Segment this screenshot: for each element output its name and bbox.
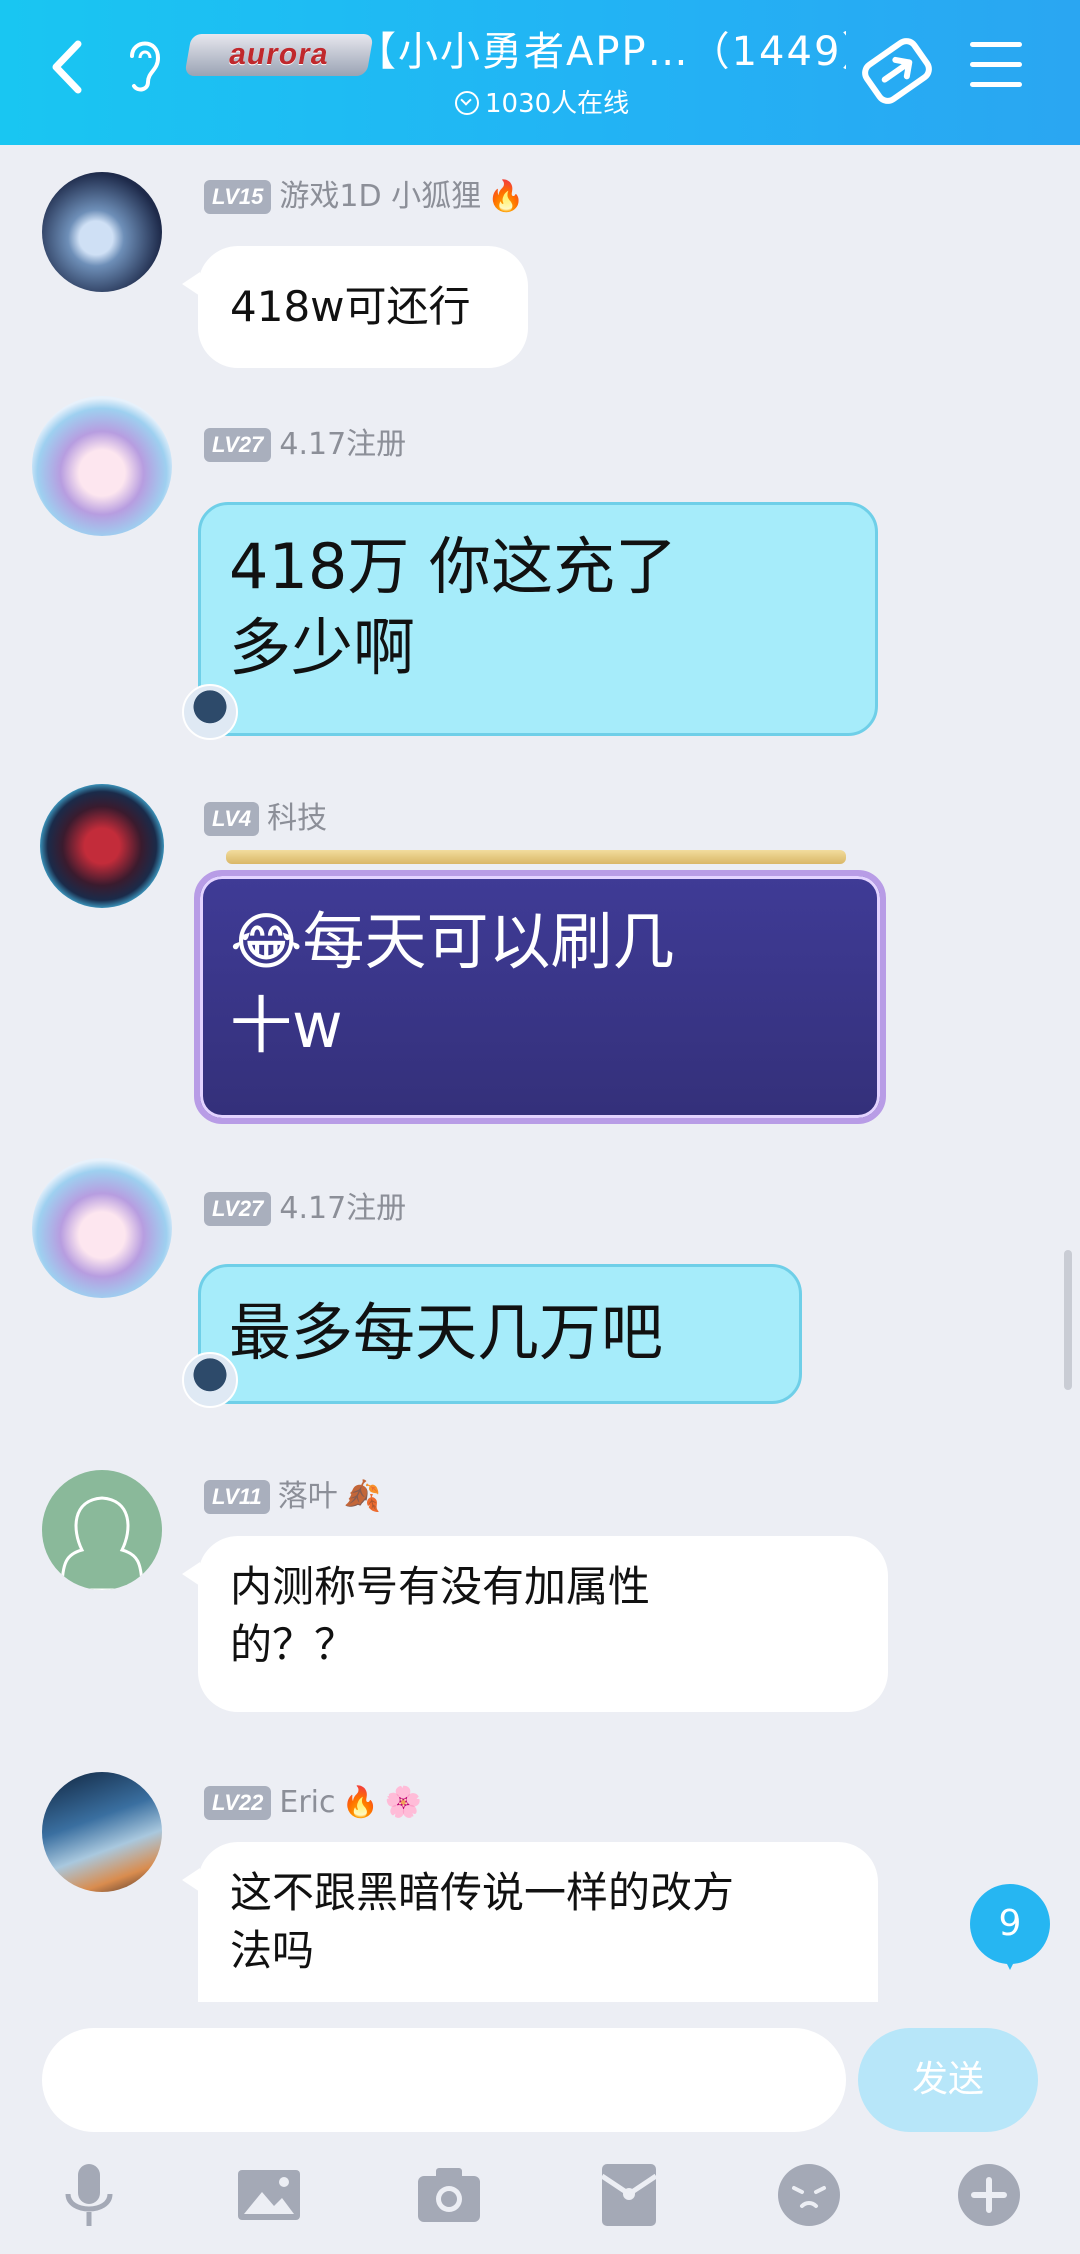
image-icon[interactable] [234, 2160, 304, 2230]
message-input[interactable] [42, 2028, 846, 2132]
ear-icon[interactable] [120, 28, 170, 98]
level-badge: LV22 [204, 1785, 272, 1820]
message-bubble[interactable]: 这不跟黑暗传说一样的改方 法吗 [182, 1842, 878, 2002]
sender-name[interactable]: 4.17注册 [279, 427, 406, 462]
message-text: 418w可还行 [230, 282, 471, 331]
avatar[interactable] [40, 784, 164, 908]
laugh-cry-emoji-icon: 😂 [230, 905, 303, 978]
sender-name[interactable]: 科技 [267, 801, 327, 836]
avatar[interactable] [42, 1772, 162, 1892]
switch-icon[interactable] [858, 36, 936, 106]
sender-name[interactable]: 4.17注册 [279, 1191, 406, 1226]
online-chevron-icon [455, 90, 479, 115]
message-text-line: 内测称号有没有加属性 [230, 1562, 651, 1611]
message-text-line: 418万 你这充了 [229, 530, 678, 603]
bubble-frame-decoration [226, 850, 846, 864]
level-badge: LV11 [204, 1479, 270, 1514]
unread-count-badge[interactable]: 9 [970, 1884, 1050, 1970]
back-icon[interactable] [38, 32, 98, 102]
bubble-decoration-icon [182, 1352, 238, 1408]
mic-icon[interactable] [54, 2160, 124, 2230]
message-bubble[interactable]: 最多每天几万吧 [198, 1264, 802, 1404]
message-bubble[interactable]: 😂每天可以刷几 十w [194, 870, 886, 1124]
sender-meta: LV22 Eric 🔥 🌸 [204, 1782, 422, 1822]
message-text-line: 法吗 [230, 1926, 315, 1975]
level-badge: LV27 [204, 427, 272, 462]
red-packet-icon[interactable] [594, 2160, 664, 2230]
sender-meta: LV27 4.17注册 [204, 1188, 406, 1228]
leaf-icon: 🍂 [343, 1478, 382, 1514]
level-badge: LV15 [204, 179, 272, 214]
avatar[interactable] [32, 1158, 172, 1298]
message-text: 最多每天几万吧 [229, 1296, 664, 1369]
avatar[interactable] [42, 172, 162, 292]
page-title[interactable]: 【小小勇者APP…（1449） [356, 20, 846, 84]
default-avatar-icon [60, 1496, 144, 1590]
message-bubble[interactable]: 内测称号有没有加属性 的？？ [182, 1536, 888, 1712]
scrollbar[interactable] [1064, 1250, 1072, 1390]
sender-meta: LV11 落叶 🍂 [204, 1476, 381, 1516]
flower-emoji-icon: 🌸 [384, 1784, 423, 1820]
emoji-icon[interactable] [774, 2160, 844, 2230]
fire-icon: 🔥 [487, 178, 525, 214]
group-logo: aurora [184, 34, 374, 76]
message-bubble[interactable]: 418万 你这充了 多少啊 [198, 502, 878, 736]
fire-icon: 🔥 [341, 1784, 379, 1820]
sender-name[interactable]: 落叶 [278, 1479, 338, 1514]
message-text-line: 的？？ [230, 1620, 357, 1669]
bubble-decoration-icon [182, 684, 238, 740]
send-button[interactable]: 发送 [858, 2028, 1038, 2132]
level-badge: LV4 [204, 801, 260, 836]
level-badge: LV27 [204, 1191, 272, 1226]
sender-name[interactable]: Eric [279, 1785, 335, 1820]
camera-icon[interactable] [414, 2160, 484, 2230]
sender-meta: LV27 4.17注册 [204, 424, 406, 464]
online-count-label: 1030人在线 [485, 89, 630, 119]
avatar[interactable] [32, 396, 172, 536]
message-text-line: 每天可以刷几 [302, 905, 675, 978]
message-text-line: 这不跟黑暗传说一样的改方 [230, 1868, 735, 1917]
sender-meta: LV4 科技 [204, 798, 327, 838]
sender-name[interactable]: 游戏1D 小狐狸 [279, 179, 481, 214]
plus-icon[interactable] [954, 2160, 1024, 2230]
sender-meta: LV15 游戏1D 小狐狸 🔥 [204, 176, 524, 216]
online-count: 1030人在线 [455, 84, 629, 124]
composer-toolbar [0, 2154, 1080, 2254]
message-text-line: 多少啊 [229, 610, 416, 684]
composer: 发送 [0, 2002, 1080, 2254]
message-text-line: 十w [230, 988, 343, 1062]
menu-icon[interactable] [970, 42, 1022, 92]
chat-header: aurora 【小小勇者APP…（1449） 1030人在线 [0, 0, 1080, 145]
message-bubble[interactable]: 418w可还行 [182, 246, 528, 368]
avatar[interactable] [42, 1470, 162, 1590]
